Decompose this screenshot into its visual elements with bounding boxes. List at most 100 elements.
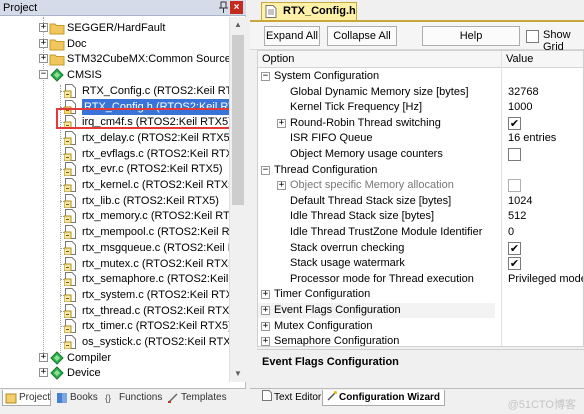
expand-icon[interactable]: + bbox=[261, 290, 270, 300]
expand-icon[interactable]: + bbox=[261, 306, 270, 315]
collapse-icon[interactable]: − bbox=[39, 70, 48, 80]
tree-group-item[interactable]: + Compiler bbox=[0, 350, 229, 366]
tab-functions[interactable]: {} Functions bbox=[103, 390, 162, 406]
config-option-row[interactable]: Object Memory usage counters bbox=[258, 147, 583, 162]
file-tab-rtx-config-h[interactable]: RTX_Config.h bbox=[261, 2, 357, 20]
collapse-icon[interactable]: − bbox=[261, 72, 270, 81]
show-grid-checkbox[interactable] bbox=[526, 30, 539, 43]
tab-configuration-wizard[interactable]: Configuration Wizard bbox=[322, 390, 446, 406]
tree-file-item[interactable]: rtx_system.c (RTOS2:Keil RTX5) bbox=[0, 287, 229, 303]
option-label: Idle Thread Stack size [bytes] bbox=[290, 210, 435, 223]
expand-icon[interactable]: + bbox=[261, 321, 270, 331]
option-value[interactable]: 1024 bbox=[508, 194, 532, 209]
config-section-row[interactable]: + Mutex Configuration bbox=[258, 319, 583, 334]
expand-icon[interactable]: + bbox=[39, 352, 48, 362]
option-value[interactable]: 512 bbox=[508, 209, 526, 224]
tree-item-label: Doc bbox=[67, 37, 87, 50]
config-option-row[interactable]: Kernel Tick Frequency [Hz] 1000 bbox=[258, 100, 583, 115]
tree-file-item[interactable]: rtx_kernel.c (RTOS2:Keil RTX5) bbox=[0, 177, 229, 193]
tree-file-item[interactable]: rtx_mempool.c (RTOS2:Keil RTX5) bbox=[0, 224, 229, 240]
expand-icon[interactable]: + bbox=[39, 23, 48, 32]
tree-file-item[interactable]: rtx_thread.c (RTOS2:Keil RTX5) bbox=[0, 303, 229, 319]
option-value[interactable]: 0 bbox=[508, 225, 514, 240]
tree-file-item[interactable]: rtx_semaphore.c (RTOS2:Keil RTX5) bbox=[0, 271, 229, 287]
unchecked-checkbox[interactable] bbox=[508, 148, 521, 161]
tree-group-item[interactable]: + Doc bbox=[0, 36, 229, 52]
config-section-row[interactable]: − Thread Configuration bbox=[258, 163, 583, 178]
expand-all-button[interactable]: Expand All bbox=[264, 26, 320, 46]
project-vertical-scrollbar[interactable]: ▲ ▼ bbox=[229, 17, 246, 382]
config-section-row[interactable]: + Semaphore Configuration bbox=[258, 334, 583, 346]
collapse-all-button[interactable]: Collapse All bbox=[327, 26, 397, 46]
tree-item-label: os_systick.c (RTOS2:Keil RTX5) bbox=[82, 336, 229, 348]
checked-checkbox[interactable]: ✔ bbox=[508, 257, 521, 271]
option-value[interactable]: Privileged mode bbox=[508, 272, 583, 287]
checked-checkbox[interactable]: ✔ bbox=[508, 116, 521, 130]
option-label: Stack usage watermark bbox=[290, 257, 405, 270]
tree-file-item[interactable]: rtx_evr.c (RTOS2:Keil RTX5) bbox=[0, 161, 229, 177]
tree-file-item[interactable]: rtx_delay.c (RTOS2:Keil RTX5) bbox=[0, 130, 229, 146]
tree-item-label: Compiler bbox=[67, 351, 112, 364]
tab-templates-label: Templates bbox=[181, 392, 227, 403]
config-section-row[interactable]: − System Configuration bbox=[258, 69, 583, 84]
config-section-row[interactable]: + Event Flags Configuration bbox=[258, 303, 495, 318]
tab-text-editor[interactable]: Text Editor bbox=[258, 390, 325, 406]
checked-checkbox[interactable]: ✔ bbox=[508, 241, 521, 255]
tree-file-item[interactable]: rtx_lib.c (RTOS2:Keil RTX5) bbox=[0, 193, 229, 209]
tree-file-item[interactable]: rtx_mutex.c (RTOS2:Keil RTX5) bbox=[0, 256, 229, 272]
config-option-row[interactable]: Processor mode for Thread execution Privi… bbox=[258, 272, 583, 287]
expand-icon[interactable]: + bbox=[39, 368, 48, 378]
tab-templates[interactable]: Templates bbox=[165, 390, 227, 406]
config-option-row[interactable]: Default Thread Stack size [bytes] 1024 bbox=[258, 194, 583, 209]
tree-file-item[interactable]: rtx_msgqueue.c (RTOS2:Keil RTX5) bbox=[0, 240, 229, 256]
tree-group-item[interactable]: + STM32CubeMX:Common Sources bbox=[0, 51, 229, 67]
config-section-row[interactable]: + Timer Configuration bbox=[258, 287, 583, 302]
expand-icon[interactable]: + bbox=[277, 118, 286, 128]
scroll-down-icon[interactable]: ▼ bbox=[230, 366, 246, 382]
option-value[interactable]: 1000 bbox=[508, 100, 532, 115]
tab-project[interactable]: Project bbox=[2, 390, 51, 406]
config-option-row[interactable]: Stack usage watermark ✔ bbox=[258, 256, 583, 271]
config-option-row[interactable]: Stack overrun checking ✔ bbox=[258, 241, 583, 256]
expand-icon[interactable]: + bbox=[261, 337, 270, 346]
tree-file-item[interactable]: rtx_evflags.c (RTOS2:Keil RTX5) bbox=[0, 146, 229, 162]
tree-group-item[interactable]: − CMSIS bbox=[0, 67, 229, 83]
config-option-row[interactable]: + Round-Robin Thread switching ✔ bbox=[258, 116, 583, 131]
tree-file-item[interactable]: os_systick.c (RTOS2:Keil RTX5) bbox=[0, 334, 229, 350]
tab-books[interactable]: Books bbox=[54, 390, 100, 406]
folder-icon bbox=[49, 37, 65, 51]
books-icon bbox=[56, 392, 68, 404]
tree-file-item[interactable]: rtx_memory.c (RTOS2:Keil RTX5) bbox=[0, 208, 229, 224]
project-pane-header: Project × bbox=[0, 0, 246, 16]
pin-icon[interactable] bbox=[218, 1, 229, 14]
option-label: Global Dynamic Memory size [bytes] bbox=[290, 85, 469, 98]
source-file-icon bbox=[63, 225, 80, 240]
collapse-icon[interactable]: − bbox=[261, 165, 270, 175]
text-editor-icon bbox=[262, 390, 272, 401]
tab-text-editor-label: Text Editor bbox=[274, 392, 322, 403]
tree-group-item[interactable]: + Device bbox=[0, 365, 229, 381]
expand-icon[interactable]: + bbox=[277, 181, 286, 191]
unchecked-checkbox[interactable] bbox=[508, 179, 521, 193]
scrollbar-thumb[interactable] bbox=[232, 35, 244, 205]
option-value[interactable]: 32768 bbox=[508, 85, 539, 100]
option-value[interactable]: 16 entries bbox=[508, 131, 556, 146]
tree-item-label: rtx_semaphore.c (RTOS2:Keil RTX5) bbox=[82, 273, 229, 286]
tree-group-item[interactable]: + SEGGER/HardFault bbox=[0, 20, 229, 36]
option-label: Default Thread Stack size [bytes] bbox=[290, 194, 452, 207]
scroll-up-icon[interactable]: ▲ bbox=[230, 17, 246, 33]
config-option-row[interactable]: Global Dynamic Memory size [bytes] 32768 bbox=[258, 85, 583, 100]
config-option-row[interactable]: Idle Thread Stack size [bytes] 512 bbox=[258, 209, 583, 224]
config-option-row[interactable]: + Object specific Memory allocation bbox=[258, 178, 583, 193]
config-option-row[interactable]: Idle Thread TrustZone Module Identifier 0 bbox=[258, 225, 583, 240]
tab-project-label: Project bbox=[19, 392, 51, 403]
expand-icon[interactable]: + bbox=[39, 38, 48, 48]
config-option-row[interactable]: ISR FIFO Queue 16 entries bbox=[258, 131, 583, 146]
tree-file-item[interactable]: rtx_timer.c (RTOS2:Keil RTX5) bbox=[0, 318, 229, 334]
tree-file-item[interactable]: RTX_Config.c (RTOS2:Keil RTX5) bbox=[0, 83, 229, 99]
tree-item-label: rtx_thread.c (RTOS2:Keil RTX5) bbox=[82, 304, 229, 317]
source-file-icon bbox=[63, 209, 80, 224]
expand-icon[interactable]: + bbox=[39, 54, 48, 64]
close-icon[interactable]: × bbox=[230, 1, 243, 14]
help-button[interactable]: Help bbox=[422, 26, 520, 46]
